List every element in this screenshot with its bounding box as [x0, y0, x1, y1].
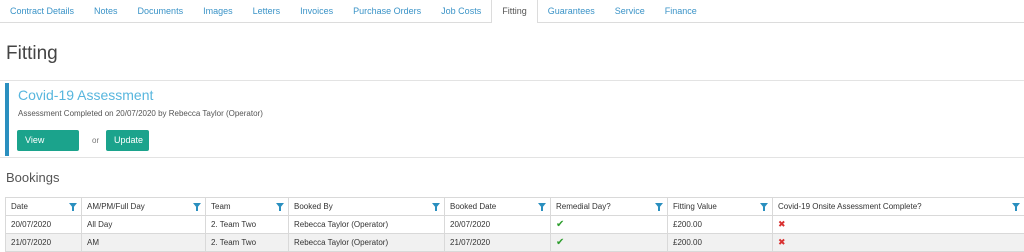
team-cell: 2. Team Two: [205, 233, 289, 252]
fitting-value-cell: £200.00: [667, 233, 773, 252]
date-cell: 20/07/2020: [5, 215, 82, 234]
column-header-period[interactable]: AM/PM/Full Day: [81, 197, 206, 216]
view-details-button[interactable]: View Details: [17, 130, 79, 166]
booked-by-cell: Rebecca Taylor (Operator): [288, 215, 445, 234]
covid-cell: ✖: [772, 215, 1024, 234]
divider: [0, 80, 1024, 81]
date-cell: 21/07/2020: [5, 233, 82, 252]
table-row[interactable]: 20/07/2020 All Day 2. Team Two Rebecca T…: [5, 215, 1024, 234]
column-header-fitting-value[interactable]: Fitting Value: [667, 197, 773, 216]
filter-icon[interactable]: [276, 203, 284, 211]
column-header-booked-date[interactable]: Booked Date: [444, 197, 551, 216]
check-icon: ✔: [556, 237, 565, 248]
tab-finance[interactable]: Finance: [655, 0, 707, 22]
tab-notes[interactable]: Notes: [84, 0, 128, 22]
period-cell: All Day: [81, 215, 206, 234]
team-cell: 2. Team Two: [205, 215, 289, 234]
filter-icon[interactable]: [193, 203, 201, 211]
column-header-team[interactable]: Team: [205, 197, 289, 216]
bookings-table: Date AM/PM/Full Day Team Booked By Booke…: [5, 197, 1024, 252]
tab-invoices[interactable]: Invoices: [290, 0, 343, 22]
column-header-remedial-day[interactable]: Remedial Day?: [550, 197, 668, 216]
assessment-panel: Covid-19 Assessment Assessment Completed…: [5, 83, 1024, 166]
tab-job-costs[interactable]: Job Costs: [431, 0, 491, 22]
filter-icon[interactable]: [1012, 203, 1020, 211]
column-header-date[interactable]: Date: [5, 197, 82, 216]
cross-icon: ✖: [778, 237, 786, 247]
period-cell: AM: [81, 233, 206, 252]
tab-guarantees[interactable]: Guarantees: [538, 0, 605, 22]
filter-icon[interactable]: [538, 203, 546, 211]
page-title: Fitting: [6, 43, 58, 64]
tab-purchase-orders[interactable]: Purchase Orders: [343, 0, 431, 22]
tab-letters[interactable]: Letters: [243, 0, 291, 22]
booked-date-cell: 20/07/2020: [444, 215, 551, 234]
divider: [0, 157, 1024, 158]
tab-fitting[interactable]: Fitting: [491, 0, 538, 23]
tab-images[interactable]: Images: [193, 0, 243, 22]
tab-bar: Contract Details Notes Documents Images …: [0, 0, 1024, 23]
tab-contract-details[interactable]: Contract Details: [0, 0, 84, 22]
filter-icon[interactable]: [760, 203, 768, 211]
or-separator: or: [92, 136, 100, 145]
booked-date-cell: 21/07/2020: [444, 233, 551, 252]
filter-icon[interactable]: [432, 203, 440, 211]
assessment-title[interactable]: Covid-19 Assessment: [18, 87, 153, 103]
assessment-subtitle: Assessment Completed on 20/07/2020 by Re…: [18, 109, 263, 118]
table-row[interactable]: 21/07/2020 AM 2. Team Two Rebecca Taylor…: [5, 233, 1024, 252]
filter-icon[interactable]: [655, 203, 663, 211]
bookings-title: Bookings: [6, 170, 60, 185]
tab-service[interactable]: Service: [605, 0, 655, 22]
column-header-covid-assessment[interactable]: Covid-19 Onsite Assessment Complete?: [772, 197, 1024, 216]
remedial-cell: ✔: [550, 233, 668, 252]
check-icon: ✔: [556, 219, 565, 230]
filter-icon[interactable]: [69, 203, 77, 211]
table-header-row: Date AM/PM/Full Day Team Booked By Booke…: [5, 197, 1024, 216]
remedial-cell: ✔: [550, 215, 668, 234]
update-button[interactable]: Update: [106, 130, 149, 151]
column-header-booked-by[interactable]: Booked By: [288, 197, 445, 216]
covid-cell: ✖: [772, 233, 1024, 252]
booked-by-cell: Rebecca Taylor (Operator): [288, 233, 445, 252]
tab-documents[interactable]: Documents: [128, 0, 194, 22]
cross-icon: ✖: [778, 219, 786, 229]
fitting-value-cell: £200.00: [667, 215, 773, 234]
